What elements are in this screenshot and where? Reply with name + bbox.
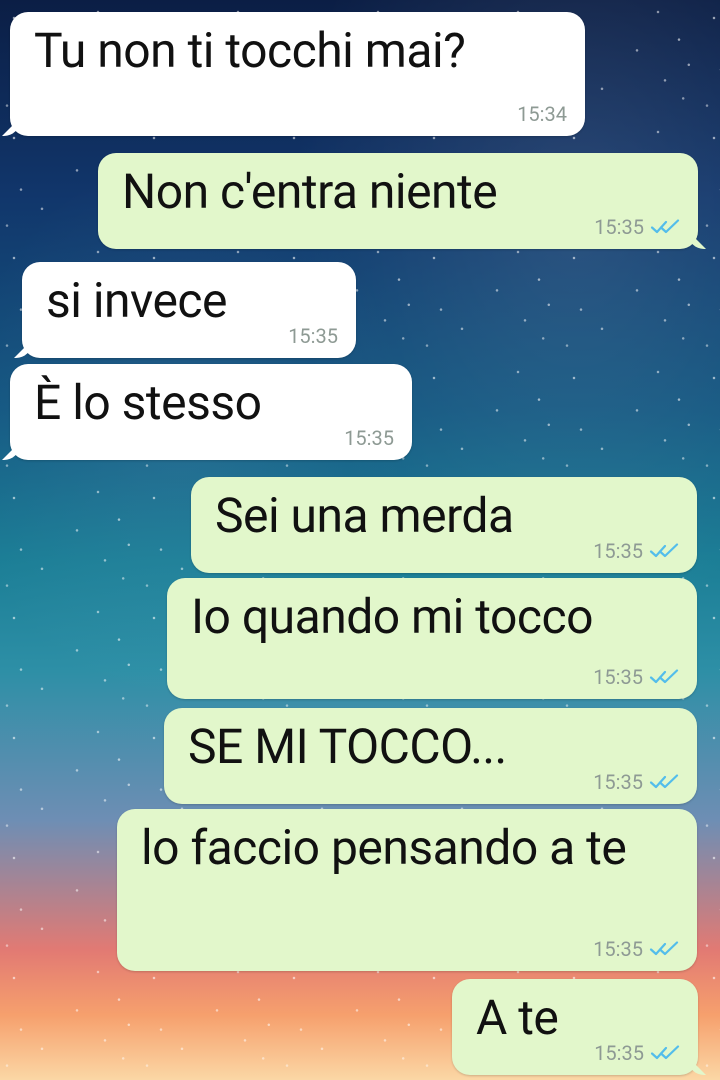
double-check-icon [650,1045,680,1061]
message-bubble-outgoing[interactable]: A te 15:35 [452,979,698,1075]
message-time: 15:35 [593,665,643,689]
double-check-icon [650,219,680,235]
message-meta: 15:35 [593,667,679,687]
message-text: È lo stesso [34,374,262,431]
message-meta: 15:35 [594,217,680,237]
message-bubble-outgoing[interactable]: Non c'entra niente 15:35 [98,153,698,249]
message-text: Io quando mi tocco [191,588,593,645]
message-time: 15:35 [593,937,643,961]
message-time: 15:35 [593,539,643,563]
message-bubble-incoming[interactable]: Tu non ti tocchi mai? 15:34 [10,12,585,136]
message-text: Sei una merda [215,487,514,544]
message-text: si invece [46,272,228,329]
message-bubble-outgoing[interactable]: lo faccio pensando a te 15:35 [117,809,697,971]
double-check-icon [649,774,679,790]
message-time: 15:35 [594,1041,644,1065]
message-time: 15:35 [593,770,643,794]
double-check-icon [649,669,679,685]
message-meta: 15:35 [593,772,679,792]
message-meta: 15:34 [517,104,567,124]
message-bubble-incoming[interactable]: si invece 15:35 [22,262,356,358]
message-text: Tu non ti tocchi mai? [34,22,466,79]
message-meta: 15:35 [593,541,679,561]
message-meta: 15:35 [344,428,394,448]
message-meta: 15:35 [594,1043,680,1063]
chat-thread[interactable]: Tu non ti tocchi mai? 15:34 Non c'entra … [0,0,720,1080]
message-text: SE MI TOCCO... [188,718,507,775]
message-text: A te [476,989,559,1046]
message-bubble-outgoing[interactable]: Io quando mi tocco 15:35 [167,578,697,699]
message-time: 15:34 [517,102,567,126]
double-check-icon [649,543,679,559]
message-meta: 15:35 [593,939,679,959]
message-bubble-outgoing[interactable]: Sei una merda 15:35 [191,477,697,573]
message-text: lo faccio pensando a te [141,819,627,876]
message-text: Non c'entra niente [122,163,498,220]
message-bubble-incoming[interactable]: È lo stesso 15:35 [10,364,412,460]
double-check-icon [649,941,679,957]
message-time: 15:35 [288,324,338,348]
message-time: 15:35 [344,426,394,450]
message-meta: 15:35 [288,326,338,346]
message-time: 15:35 [594,215,644,239]
message-bubble-outgoing[interactable]: SE MI TOCCO... 15:35 [164,708,697,804]
